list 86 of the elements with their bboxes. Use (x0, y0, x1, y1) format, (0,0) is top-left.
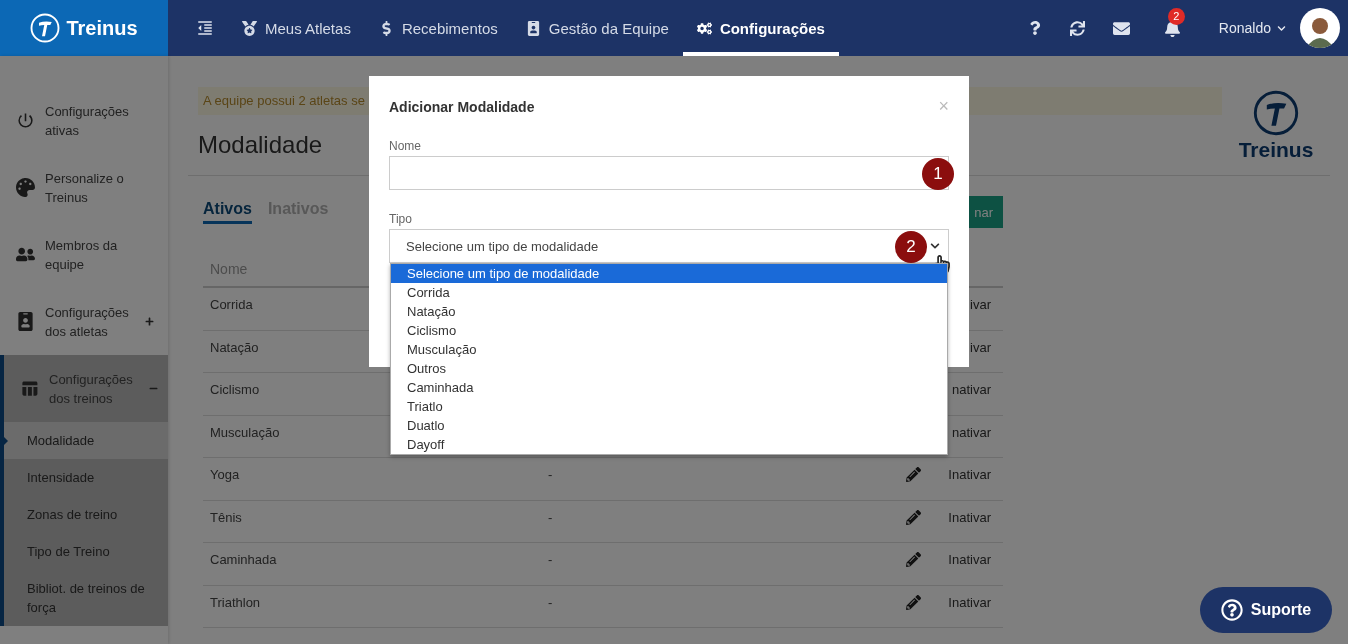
nav-tab[interactable]: Meus Atletas (228, 0, 365, 56)
detail-cell: - (548, 552, 553, 567)
sidebar-subitem[interactable]: Intensidade (0, 459, 168, 496)
sidebar-label: Personalize o Treinus (45, 169, 125, 207)
sidebar-label: Membros da equipe (45, 236, 119, 274)
dropdown-option[interactable]: Dayoff (391, 435, 947, 454)
dropdown-option[interactable]: Caminhada (391, 378, 947, 397)
detail-cell: - (548, 467, 553, 482)
deactivate-link[interactable]: Inativar (948, 552, 1003, 567)
dropdown-option[interactable]: Ciclismo (391, 321, 947, 340)
logo-icon (30, 13, 61, 43)
deactivate-link[interactable]: ivar (970, 297, 1003, 312)
name-cell: Corrida (210, 297, 253, 312)
deactivate-link[interactable]: Inativar (948, 509, 1003, 525)
deactivate-link[interactable]: ivar (970, 339, 1003, 355)
notifications-button[interactable]: 2 (1143, 0, 1201, 56)
nav-tab[interactable]: Recebimentos (364, 0, 512, 56)
dropdown-option[interactable]: Selecione um tipo de modalidade (391, 264, 947, 283)
sidebar-label: Configurações dos atletas (45, 303, 130, 341)
user-menu-button[interactable]: Ronaldo (1200, 20, 1300, 36)
deactivate-link[interactable]: Inativar (948, 467, 1003, 482)
brand-name: Treinus (1238, 138, 1314, 162)
modal-title: Adicionar Modalidade (389, 98, 535, 115)
logo-text: Treinus (66, 16, 138, 40)
avatar[interactable] (1300, 8, 1340, 48)
sidebar-item[interactable]: Personalize o Treinus (0, 154, 168, 221)
detail-cell: - (548, 509, 553, 525)
deactivate-link[interactable]: nativar (951, 424, 1003, 440)
sidebar-label: Configurações ativas (45, 102, 130, 140)
id-card-icon (525, 20, 541, 36)
dropdown-option[interactable]: Corrida (391, 283, 947, 302)
name-cell: Musculação (210, 424, 280, 440)
deactivate-link[interactable]: Inativar (948, 594, 1003, 610)
sidebar-item[interactable]: Membros da equipe (0, 221, 168, 288)
sidebar-subitem[interactable]: Tipo de Treino (0, 533, 168, 570)
help-icon (1220, 599, 1243, 621)
step-marker: 2 (895, 231, 927, 263)
sidebar-item[interactable]: Configurações dos atletas (0, 288, 168, 355)
indent-icon (196, 19, 214, 37)
detail-cell: - (548, 594, 553, 610)
palette-icon (16, 178, 35, 197)
id-badge-icon (16, 312, 35, 331)
field-label: Tipo (389, 212, 413, 226)
edit-icon[interactable] (905, 509, 921, 525)
deactivate-link[interactable]: nativar (951, 382, 1003, 397)
gears-icon (696, 20, 712, 36)
sidebar-subitem[interactable]: Zonas de treino (0, 496, 168, 533)
power-icon (16, 111, 35, 130)
sidebar-item[interactable]: Configurações dos treinos (0, 355, 168, 422)
dropdown-option[interactable]: Triatlo (391, 397, 947, 416)
envelope-icon (1112, 19, 1130, 37)
dropdown-option[interactable]: Outros (391, 359, 947, 378)
nav-label: Gestão da Equipe (548, 19, 669, 37)
name-cell: Yoga (210, 467, 240, 482)
sync-icon (1069, 20, 1085, 36)
name-cell: Triathlon (210, 594, 261, 610)
name-cell: Natação (210, 339, 259, 355)
dropdown-option[interactable]: Duatlo (391, 416, 947, 435)
dropdown-option[interactable]: Natação (391, 302, 947, 321)
edit-icon[interactable] (905, 467, 921, 482)
chevron-down-icon (930, 241, 940, 251)
tab[interactable]: Ativos (203, 200, 252, 224)
nav-label: Meus Atletas (265, 19, 351, 37)
name-cell: Tênis (210, 509, 242, 525)
sidebar-label: Configurações dos treinos (49, 370, 134, 408)
nav-tab[interactable]: Configurações (682, 0, 839, 56)
edit-icon[interactable] (905, 594, 921, 610)
nav-tab[interactable]: Gestão da Equipe (511, 0, 683, 56)
name-cell: Caminhada (210, 552, 277, 567)
nav-label: Configurações (719, 19, 825, 37)
dropdown-option[interactable]: Musculação (391, 340, 947, 359)
people-icon (16, 245, 35, 264)
brand-logo-icon (1253, 90, 1299, 136)
sidebar-subitem[interactable]: Modalidade (0, 422, 168, 459)
notification-badge: 2 (1167, 8, 1185, 25)
medal-icon (242, 20, 257, 36)
chevron-down-icon (1277, 23, 1286, 33)
plus-icon (145, 317, 154, 326)
support-button[interactable]: Suporte (1200, 587, 1332, 633)
sidebar-item[interactable]: Configurações ativas (0, 87, 168, 154)
name-cell: Ciclismo (210, 382, 260, 397)
sidebar-subitem[interactable]: Bibliot. de treinos de força (0, 570, 168, 626)
nav-label: Recebimentos (401, 19, 498, 37)
page-title: Modalidade (198, 131, 323, 159)
edit-icon[interactable] (905, 552, 921, 567)
field-label: Nome (389, 139, 422, 153)
